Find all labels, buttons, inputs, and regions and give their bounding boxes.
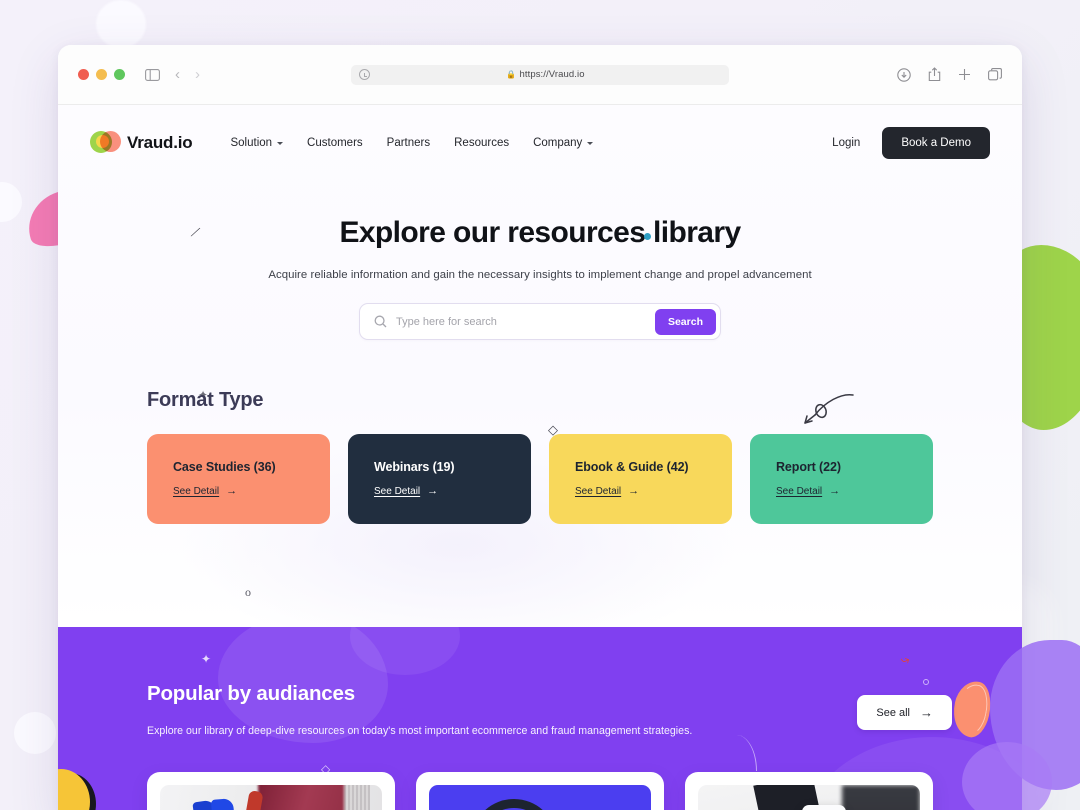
site-navbar: Vraud.io Solution Customers Partners Res…	[58, 105, 1022, 159]
nav-item-partners[interactable]: Partners	[387, 137, 430, 149]
search-button[interactable]: Search	[654, 308, 716, 335]
nav-item-resources-label: Resources	[454, 137, 510, 149]
login-link[interactable]: Login	[832, 137, 860, 149]
downloads-icon[interactable]	[897, 67, 911, 82]
format-card-title: Report (22)	[776, 460, 841, 474]
maximize-window-button[interactable]	[114, 69, 125, 80]
chevron-down-icon	[277, 142, 284, 145]
minimize-window-button[interactable]	[96, 69, 107, 80]
book-a-demo-button[interactable]: Book a Demo	[882, 127, 990, 159]
website-viewport: ∕ ✦ ◇ o Vraud.io Solution Customers Part…	[58, 105, 1022, 810]
brand-logo[interactable]: Vraud.io	[90, 130, 193, 156]
see-detail-link[interactable]: See Detail →	[776, 485, 840, 497]
nav-item-company[interactable]: Company	[533, 137, 594, 149]
article-card-1[interactable]	[147, 772, 395, 810]
nav-item-solution[interactable]: Solution	[230, 137, 284, 149]
see-detail-link[interactable]: See Detail →	[575, 485, 639, 497]
share-icon[interactable]	[928, 67, 941, 82]
popular-by-audiences-section: ✦ ◇ ⤷ Popular by audiances Explore our l…	[58, 627, 1022, 810]
window-traffic-lights[interactable]	[78, 69, 125, 80]
url-text-wrap: 🔒 https://Vraud.io	[370, 69, 721, 80]
nav-item-customers-label: Customers	[307, 137, 363, 149]
search-input[interactable]	[396, 315, 655, 328]
nav-links: Solution Customers Partners Resources Co…	[230, 137, 594, 149]
vraud-logo-icon	[90, 130, 121, 156]
format-card-case-studies[interactable]: Case Studies (36) See Detail →	[147, 434, 330, 524]
see-all-label: See all	[876, 706, 910, 719]
hero-subtitle: Acquire reliable information and gain th…	[268, 269, 812, 281]
back-arrow-icon[interactable]: ‹	[175, 67, 180, 82]
arrow-right-icon: →	[829, 485, 841, 497]
decorative-blob-yellow	[58, 769, 90, 810]
decorative-blob-white-top-left	[96, 0, 146, 48]
format-card-title: Webinars (19)	[374, 460, 455, 474]
search-bar[interactable]: Search	[359, 303, 721, 340]
decorative-blob-white-mid-left	[0, 182, 22, 222]
format-card-title: Case Studies (36)	[173, 460, 276, 474]
format-card-title: Ebook & Guide (42)	[575, 460, 689, 474]
see-detail-label: See Detail	[173, 485, 220, 497]
format-card-webinars[interactable]: Webinars (19) See Detail →	[348, 434, 531, 524]
nav-item-customers[interactable]: Customers	[307, 137, 363, 149]
see-detail-label: See Detail	[575, 485, 622, 497]
format-card-ebook-guide[interactable]: Ebook & Guide (42) See Detail →	[549, 434, 732, 524]
page-backdrop: ‹ › 🔒 https://Vraud.io ∕ ✦ ◇ o Vraud.io …	[0, 0, 1080, 810]
nav-item-company-label: Company	[533, 137, 583, 149]
article-card-3[interactable]	[685, 772, 933, 810]
decorative-circle-mark: o	[245, 585, 251, 599]
sidebar-icon[interactable]	[145, 68, 160, 81]
format-type-heading: Format Type	[147, 389, 264, 411]
see-detail-link[interactable]: See Detail →	[374, 485, 438, 497]
brand-name: Vraud.io	[127, 133, 193, 152]
nav-item-solution-label: Solution	[230, 137, 273, 149]
url-value: https://Vraud.io	[519, 69, 585, 80]
address-bar[interactable]: 🔒 https://Vraud.io	[351, 64, 729, 85]
nav-item-partners-label: Partners	[386, 137, 431, 149]
browser-window: ‹ › 🔒 https://Vraud.io ∕ ✦ ◇ o Vraud.io …	[58, 45, 1022, 810]
forward-arrow-icon[interactable]: ›	[195, 67, 200, 82]
article-thumbnail-shopping	[160, 785, 382, 810]
nav-actions: Login Book a Demo	[832, 127, 990, 159]
format-type-cards: Case Studies (36) See Detail → Webinars …	[147, 434, 1022, 524]
arrow-right-icon: →	[226, 485, 238, 497]
article-card-2[interactable]	[416, 772, 664, 810]
new-tab-icon[interactable]	[958, 68, 971, 81]
decorative-blob-white-bottom-left	[14, 712, 56, 754]
see-detail-link[interactable]: See Detail →	[173, 485, 237, 497]
reload-icon[interactable]	[359, 69, 370, 80]
see-detail-label: See Detail	[776, 485, 823, 497]
hero-section: ∕ ✦ ◇ o Vraud.io Solution Customers Part…	[58, 105, 1022, 627]
browser-toolbar: ‹ › 🔒 https://Vraud.io	[58, 45, 1022, 105]
nav-item-resources[interactable]: Resources	[454, 137, 509, 149]
tab-overview-icon[interactable]	[988, 67, 1002, 82]
decorative-curve-line	[723, 735, 757, 771]
see-all-button[interactable]: See all →	[857, 695, 952, 730]
arrow-right-icon: →	[427, 485, 439, 497]
search-icon	[374, 315, 387, 328]
lock-icon: 🔒	[506, 70, 517, 79]
article-thumbnail-identity	[429, 785, 651, 810]
see-detail-label: See Detail	[374, 485, 421, 497]
chevron-down-icon	[587, 142, 594, 145]
article-thumbnail-payments	[698, 785, 920, 810]
arrow-right-icon: →	[628, 485, 640, 497]
popular-article-cards	[147, 772, 933, 810]
format-card-report[interactable]: Report (22) See Detail →	[750, 434, 933, 524]
arrow-right-icon: →	[920, 705, 933, 720]
page-title: Explore our resources library	[339, 216, 741, 249]
close-window-button[interactable]	[78, 69, 89, 80]
